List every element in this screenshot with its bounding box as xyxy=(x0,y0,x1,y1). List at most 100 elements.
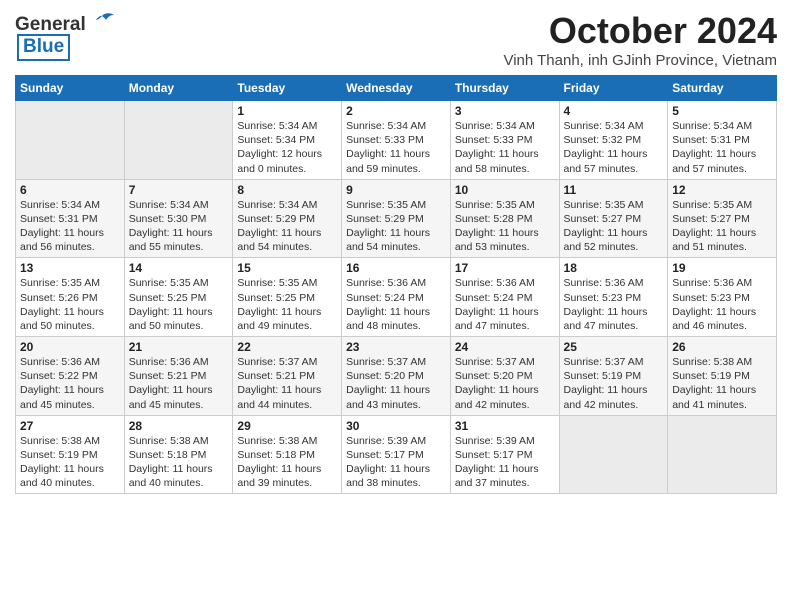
table-row: 15 Sunrise: 5:35 AMSunset: 5:25 PMDaylig… xyxy=(233,258,342,337)
day-detail: Sunrise: 5:37 AMSunset: 5:21 PMDaylight:… xyxy=(237,355,337,412)
col-sunday: Sunday xyxy=(16,76,125,101)
table-row: 9 Sunrise: 5:35 AMSunset: 5:29 PMDayligh… xyxy=(342,179,451,258)
location-subtitle: Vinh Thanh, inh GJinh Province, Vietnam xyxy=(503,52,777,69)
table-row: 11 Sunrise: 5:35 AMSunset: 5:27 PMDaylig… xyxy=(559,179,668,258)
day-detail: Sunrise: 5:35 AMSunset: 5:27 PMDaylight:… xyxy=(672,198,772,255)
table-row: 28 Sunrise: 5:38 AMSunset: 5:18 PMDaylig… xyxy=(124,415,233,494)
table-row: 1 Sunrise: 5:34 AMSunset: 5:34 PMDayligh… xyxy=(233,101,342,180)
day-number: 1 xyxy=(237,104,337,118)
col-friday: Friday xyxy=(559,76,668,101)
day-detail: Sunrise: 5:37 AMSunset: 5:20 PMDaylight:… xyxy=(455,355,555,412)
table-row: 31 Sunrise: 5:39 AMSunset: 5:17 PMDaylig… xyxy=(450,415,559,494)
day-number: 8 xyxy=(237,183,337,197)
day-number: 16 xyxy=(346,261,446,275)
logo: General Blue xyxy=(15,14,116,61)
day-detail: Sunrise: 5:36 AMSunset: 5:24 PMDaylight:… xyxy=(455,276,555,333)
table-row: 27 Sunrise: 5:38 AMSunset: 5:19 PMDaylig… xyxy=(16,415,125,494)
day-number: 27 xyxy=(20,419,120,433)
day-number: 24 xyxy=(455,340,555,354)
day-number: 12 xyxy=(672,183,772,197)
calendar-week-row: 1 Sunrise: 5:34 AMSunset: 5:34 PMDayligh… xyxy=(16,101,777,180)
calendar-week-row: 27 Sunrise: 5:38 AMSunset: 5:19 PMDaylig… xyxy=(16,415,777,494)
day-detail: Sunrise: 5:35 AMSunset: 5:29 PMDaylight:… xyxy=(346,198,446,255)
day-number: 9 xyxy=(346,183,446,197)
table-row: 14 Sunrise: 5:35 AMSunset: 5:25 PMDaylig… xyxy=(124,258,233,337)
table-row: 18 Sunrise: 5:36 AMSunset: 5:23 PMDaylig… xyxy=(559,258,668,337)
calendar-week-row: 6 Sunrise: 5:34 AMSunset: 5:31 PMDayligh… xyxy=(16,179,777,258)
day-number: 17 xyxy=(455,261,555,275)
logo-blue: Blue xyxy=(17,34,70,61)
table-row xyxy=(668,415,777,494)
logo-bird-icon xyxy=(88,12,116,34)
day-number: 26 xyxy=(672,340,772,354)
day-number: 30 xyxy=(346,419,446,433)
day-number: 28 xyxy=(129,419,229,433)
day-detail: Sunrise: 5:34 AMSunset: 5:33 PMDaylight:… xyxy=(346,119,446,176)
day-detail: Sunrise: 5:35 AMSunset: 5:25 PMDaylight:… xyxy=(237,276,337,333)
table-row: 4 Sunrise: 5:34 AMSunset: 5:32 PMDayligh… xyxy=(559,101,668,180)
title-block: October 2024 Vinh Thanh, inh GJinh Provi… xyxy=(503,10,777,69)
col-thursday: Thursday xyxy=(450,76,559,101)
table-row: 13 Sunrise: 5:35 AMSunset: 5:26 PMDaylig… xyxy=(16,258,125,337)
day-number: 31 xyxy=(455,419,555,433)
day-number: 10 xyxy=(455,183,555,197)
month-title: October 2024 xyxy=(503,10,777,52)
day-number: 2 xyxy=(346,104,446,118)
day-detail: Sunrise: 5:37 AMSunset: 5:19 PMDaylight:… xyxy=(564,355,664,412)
day-detail: Sunrise: 5:36 AMSunset: 5:21 PMDaylight:… xyxy=(129,355,229,412)
day-number: 11 xyxy=(564,183,664,197)
col-tuesday: Tuesday xyxy=(233,76,342,101)
day-detail: Sunrise: 5:34 AMSunset: 5:33 PMDaylight:… xyxy=(455,119,555,176)
day-detail: Sunrise: 5:36 AMSunset: 5:24 PMDaylight:… xyxy=(346,276,446,333)
day-number: 29 xyxy=(237,419,337,433)
day-number: 19 xyxy=(672,261,772,275)
day-detail: Sunrise: 5:36 AMSunset: 5:23 PMDaylight:… xyxy=(672,276,772,333)
day-detail: Sunrise: 5:35 AMSunset: 5:27 PMDaylight:… xyxy=(564,198,664,255)
day-detail: Sunrise: 5:35 AMSunset: 5:28 PMDaylight:… xyxy=(455,198,555,255)
day-number: 7 xyxy=(129,183,229,197)
table-row: 12 Sunrise: 5:35 AMSunset: 5:27 PMDaylig… xyxy=(668,179,777,258)
table-row: 17 Sunrise: 5:36 AMSunset: 5:24 PMDaylig… xyxy=(450,258,559,337)
table-row: 5 Sunrise: 5:34 AMSunset: 5:31 PMDayligh… xyxy=(668,101,777,180)
table-row: 24 Sunrise: 5:37 AMSunset: 5:20 PMDaylig… xyxy=(450,337,559,416)
table-row: 16 Sunrise: 5:36 AMSunset: 5:24 PMDaylig… xyxy=(342,258,451,337)
table-row: 22 Sunrise: 5:37 AMSunset: 5:21 PMDaylig… xyxy=(233,337,342,416)
table-row: 7 Sunrise: 5:34 AMSunset: 5:30 PMDayligh… xyxy=(124,179,233,258)
day-detail: Sunrise: 5:35 AMSunset: 5:26 PMDaylight:… xyxy=(20,276,120,333)
calendar-week-row: 20 Sunrise: 5:36 AMSunset: 5:22 PMDaylig… xyxy=(16,337,777,416)
day-number: 5 xyxy=(672,104,772,118)
logo-general: General xyxy=(15,14,86,36)
table-row: 26 Sunrise: 5:38 AMSunset: 5:19 PMDaylig… xyxy=(668,337,777,416)
col-saturday: Saturday xyxy=(668,76,777,101)
table-row: 19 Sunrise: 5:36 AMSunset: 5:23 PMDaylig… xyxy=(668,258,777,337)
table-row: 21 Sunrise: 5:36 AMSunset: 5:21 PMDaylig… xyxy=(124,337,233,416)
day-detail: Sunrise: 5:34 AMSunset: 5:31 PMDaylight:… xyxy=(20,198,120,255)
day-detail: Sunrise: 5:38 AMSunset: 5:19 PMDaylight:… xyxy=(672,355,772,412)
col-wednesday: Wednesday xyxy=(342,76,451,101)
day-number: 14 xyxy=(129,261,229,275)
calendar-header-row: Sunday Monday Tuesday Wednesday Thursday… xyxy=(16,76,777,101)
table-row xyxy=(124,101,233,180)
calendar-week-row: 13 Sunrise: 5:35 AMSunset: 5:26 PMDaylig… xyxy=(16,258,777,337)
table-row: 8 Sunrise: 5:34 AMSunset: 5:29 PMDayligh… xyxy=(233,179,342,258)
table-row: 20 Sunrise: 5:36 AMSunset: 5:22 PMDaylig… xyxy=(16,337,125,416)
table-row: 23 Sunrise: 5:37 AMSunset: 5:20 PMDaylig… xyxy=(342,337,451,416)
table-row: 25 Sunrise: 5:37 AMSunset: 5:19 PMDaylig… xyxy=(559,337,668,416)
page-header: General Blue October 2024 Vinh Thanh, in… xyxy=(15,10,777,69)
day-detail: Sunrise: 5:38 AMSunset: 5:18 PMDaylight:… xyxy=(237,434,337,491)
day-number: 20 xyxy=(20,340,120,354)
table-row: 3 Sunrise: 5:34 AMSunset: 5:33 PMDayligh… xyxy=(450,101,559,180)
day-detail: Sunrise: 5:38 AMSunset: 5:19 PMDaylight:… xyxy=(20,434,120,491)
day-number: 13 xyxy=(20,261,120,275)
day-number: 21 xyxy=(129,340,229,354)
day-detail: Sunrise: 5:34 AMSunset: 5:34 PMDaylight:… xyxy=(237,119,337,176)
day-number: 3 xyxy=(455,104,555,118)
day-detail: Sunrise: 5:36 AMSunset: 5:23 PMDaylight:… xyxy=(564,276,664,333)
day-detail: Sunrise: 5:38 AMSunset: 5:18 PMDaylight:… xyxy=(129,434,229,491)
table-row: 30 Sunrise: 5:39 AMSunset: 5:17 PMDaylig… xyxy=(342,415,451,494)
table-row: 6 Sunrise: 5:34 AMSunset: 5:31 PMDayligh… xyxy=(16,179,125,258)
day-detail: Sunrise: 5:39 AMSunset: 5:17 PMDaylight:… xyxy=(346,434,446,491)
day-number: 25 xyxy=(564,340,664,354)
table-row: 2 Sunrise: 5:34 AMSunset: 5:33 PMDayligh… xyxy=(342,101,451,180)
day-number: 15 xyxy=(237,261,337,275)
